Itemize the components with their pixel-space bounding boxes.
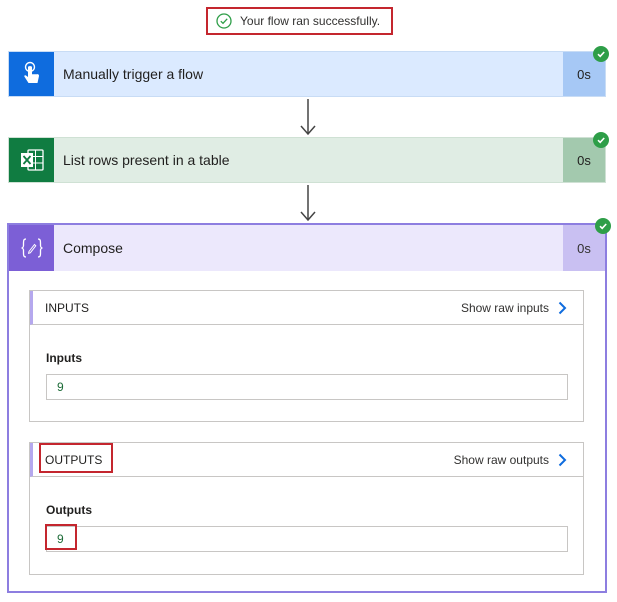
expression-braces-icon (9, 225, 54, 271)
down-arrow-icon (298, 97, 318, 137)
step-title: List rows present in a table (63, 152, 230, 168)
inputs-panel-header: INPUTS Show raw inputs (30, 291, 583, 325)
touch-hand-icon (9, 52, 54, 96)
inputs-panel: INPUTS Show raw inputs Inputs 9 (29, 290, 584, 422)
step-title: Manually trigger a flow (63, 66, 204, 82)
inputs-field-label: Inputs (46, 351, 82, 365)
success-check-icon (593, 132, 609, 148)
banner-text: Your flow ran successfully. (240, 14, 381, 28)
step-compose[interactable]: Compose 0s INPUTS Show raw inputs Inputs… (7, 218, 611, 593)
step-list-rows[interactable]: List rows present in a table 0s (8, 132, 609, 183)
outputs-field-label: Outputs (46, 503, 92, 517)
success-check-icon (216, 13, 232, 29)
down-arrow-icon (298, 183, 318, 223)
run-success-banner: Your flow ran successfully. (206, 7, 393, 35)
success-check-icon (593, 46, 609, 62)
outputs-value-highlight (45, 524, 77, 550)
outputs-value-box: 9 (46, 526, 568, 552)
show-raw-inputs-link[interactable]: Show raw inputs (461, 301, 549, 315)
show-raw-outputs-link[interactable]: Show raw outputs (454, 453, 549, 467)
outputs-header-highlight (39, 443, 113, 473)
chevron-right-icon[interactable] (555, 453, 569, 467)
success-check-icon (595, 218, 611, 234)
inputs-header-label: INPUTS (45, 300, 90, 315)
excel-icon (9, 138, 54, 182)
inputs-value-box: 9 (46, 374, 568, 400)
step-title: Compose (63, 240, 123, 256)
step-manual-trigger[interactable]: Manually trigger a flow 0s (8, 46, 609, 97)
compose-header[interactable]: Compose 0s (9, 218, 611, 271)
chevron-right-icon[interactable] (555, 301, 569, 315)
